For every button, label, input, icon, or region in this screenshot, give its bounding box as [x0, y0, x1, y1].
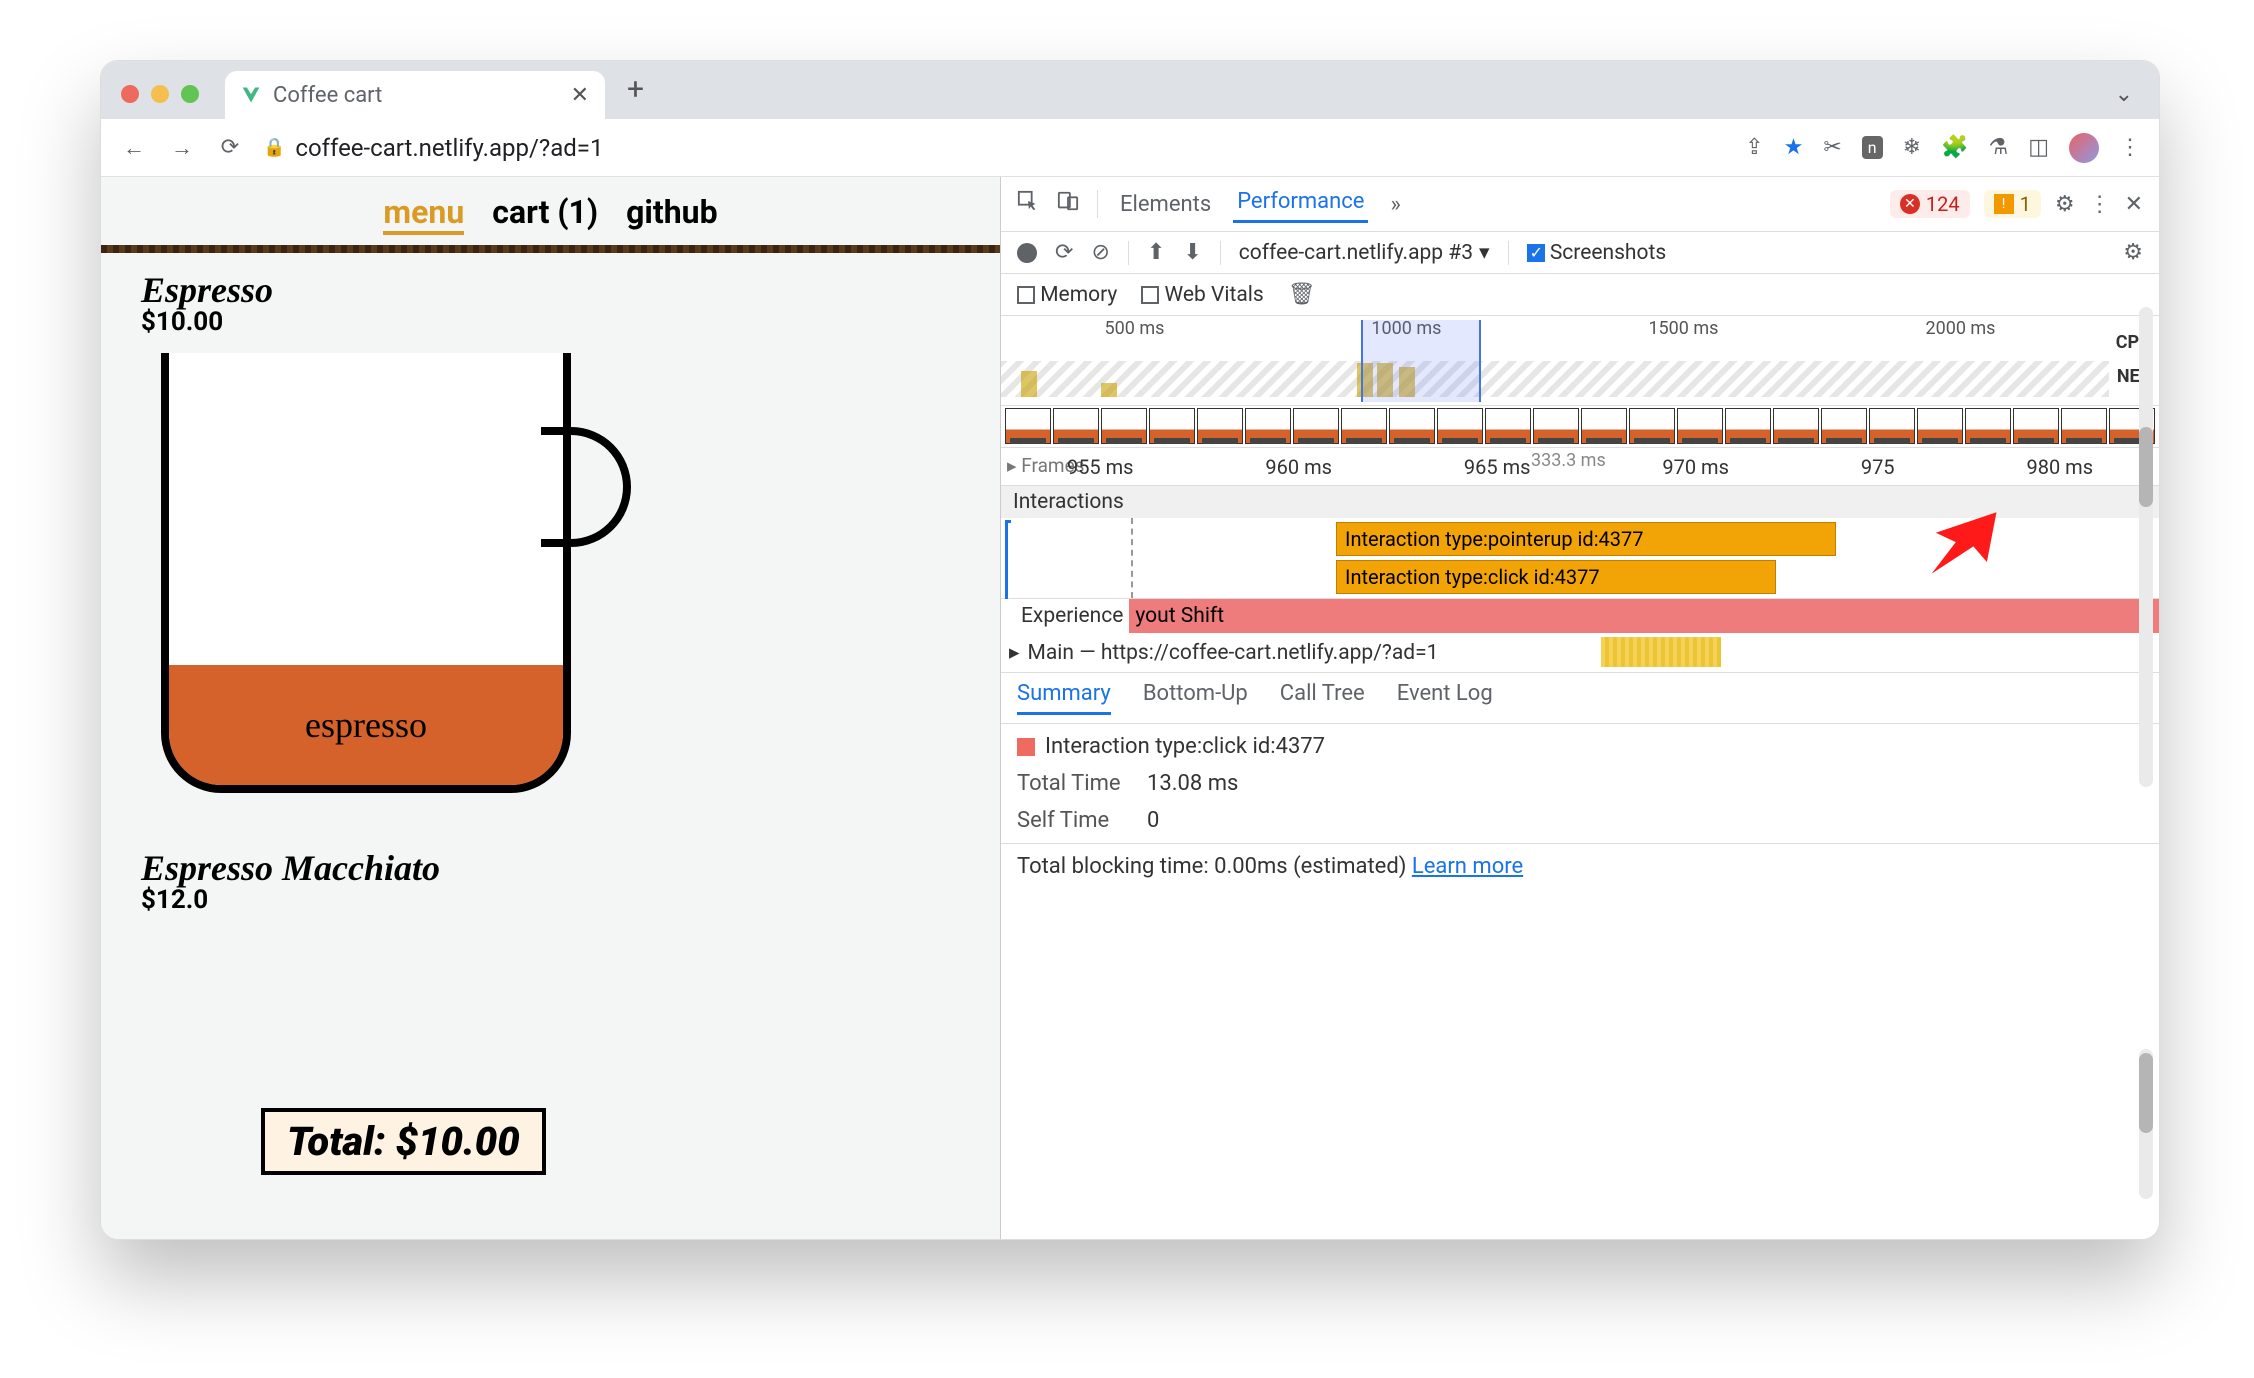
- color-swatch-icon: [1017, 738, 1035, 756]
- main-thread-track[interactable]: ▸ Main — https://coffee-cart.netlify.app…: [1001, 633, 2159, 673]
- nav-menu[interactable]: menu: [383, 193, 464, 235]
- kebab-menu-icon[interactable]: ⋮: [2089, 192, 2111, 217]
- tab-bottom-up[interactable]: Bottom-Up: [1143, 681, 1248, 715]
- url-display[interactable]: 🔒 coffee-cart.netlify.app/?ad=1: [263, 134, 603, 162]
- clear-button[interactable]: ⊘: [1091, 240, 1109, 265]
- interaction-bar[interactable]: Interaction type:click id:4377: [1336, 560, 1776, 594]
- error-badge[interactable]: ✕124: [1890, 190, 1970, 218]
- labs-icon[interactable]: ⚗: [1988, 135, 2008, 160]
- learn-more-link[interactable]: Learn more: [1412, 854, 1523, 879]
- devtools-panel: Elements Performance » ✕124 !1 ⚙ ⋮ ✕ ⟳ ⊘…: [1001, 177, 2159, 1239]
- extension-icon[interactable]: ❄: [1903, 135, 1921, 160]
- page-viewport: menu cart (1) github Espresso $10.00 esp…: [101, 177, 1001, 1239]
- cart-total-float[interactable]: Total: $10.00: [261, 1108, 546, 1175]
- inspect-element-icon[interactable]: [1017, 190, 1039, 218]
- back-button[interactable]: ←: [119, 133, 149, 163]
- address-bar: ← → ⟳ 🔒 coffee-cart.netlify.app/?ad=1 ⇪ …: [101, 119, 2159, 177]
- close-devtools-icon[interactable]: ✕: [2125, 192, 2143, 217]
- tab-list-button[interactable]: ⌄: [2115, 82, 2133, 107]
- warning-badge[interactable]: !1: [1984, 190, 2041, 218]
- extension-n-icon[interactable]: n: [1862, 136, 1883, 159]
- reload-record-button[interactable]: ⟳: [1055, 240, 1073, 265]
- menu-icon[interactable]: ⋮: [2119, 135, 2141, 160]
- browser-tab[interactable]: Coffee cart ✕: [225, 71, 605, 119]
- save-profile-icon[interactable]: ⬇: [1183, 240, 1201, 265]
- timeline-overview[interactable]: 500 ms 1000 ms 1500 ms 2000 ms CPU NET: [1001, 316, 2159, 406]
- tab-event-log[interactable]: Event Log: [1397, 681, 1493, 715]
- lock-icon: 🔒: [263, 137, 285, 158]
- url-text: coffee-cart.netlify.app/?ad=1: [295, 134, 603, 162]
- experience-track[interactable]: Experience yout Shift: [1001, 599, 2159, 633]
- flame-bars: [1601, 637, 1721, 667]
- annotation-arrow-icon: [1909, 493, 2019, 599]
- tab-summary[interactable]: Summary: [1017, 681, 1111, 715]
- maximize-window-icon[interactable]: [181, 85, 199, 103]
- minimize-window-icon[interactable]: [151, 85, 169, 103]
- overview-selection[interactable]: [1361, 320, 1481, 402]
- close-window-icon[interactable]: [121, 85, 139, 103]
- tab-call-tree[interactable]: Call Tree: [1280, 681, 1365, 715]
- sidepanel-icon[interactable]: ◫: [2028, 135, 2049, 160]
- close-tab-icon[interactable]: ✕: [571, 83, 589, 108]
- coffee-cup-graphic[interactable]: espresso: [161, 347, 631, 817]
- reload-button[interactable]: ⟳: [215, 133, 245, 163]
- profile-avatar[interactable]: [2069, 133, 2099, 163]
- interaction-bar[interactable]: Interaction type:pointerup id:4377: [1336, 522, 1836, 556]
- record-button[interactable]: [1017, 243, 1037, 263]
- time-marker: [1131, 518, 1133, 598]
- details-tabs: Summary Bottom-Up Call Tree Event Log: [1001, 673, 2159, 724]
- tab-performance[interactable]: Performance: [1233, 185, 1368, 223]
- product-price: $10.00: [141, 307, 960, 337]
- capture-settings-gear-icon[interactable]: ⚙: [2123, 240, 2143, 265]
- webvitals-checkbox[interactable]: Web Vitals: [1141, 283, 1263, 307]
- new-tab-button[interactable]: +: [627, 72, 644, 107]
- chevron-down-icon: ▾: [1479, 240, 1490, 265]
- device-toggle-icon[interactable]: [1057, 190, 1079, 218]
- zoom-ruler[interactable]: ▸ Frames 333.3 ms 955 ms 960 ms 965 ms 9…: [1001, 448, 2159, 486]
- product-name: Espresso: [141, 269, 960, 311]
- vue-icon: [241, 85, 261, 105]
- site-nav: menu cart (1) github: [101, 183, 1000, 239]
- tab-title: Coffee cart: [273, 83, 382, 108]
- cup-handle-icon: [541, 427, 631, 547]
- tab-strip: Coffee cart ✕ + ⌄: [101, 61, 2159, 119]
- forward-button[interactable]: →: [167, 133, 197, 163]
- scrollbar[interactable]: [2139, 307, 2153, 787]
- product-price: $12.0: [141, 885, 960, 915]
- expand-icon[interactable]: ▸: [1009, 640, 1020, 665]
- scissors-icon[interactable]: ✂: [1823, 135, 1841, 160]
- blocking-time-footer: Total blocking time: 0.00ms (estimated) …: [1001, 843, 2159, 889]
- extensions-puzzle-icon[interactable]: 🧩: [1941, 135, 1968, 160]
- nav-github[interactable]: github: [626, 193, 717, 235]
- product-card: Espresso Macchiato $12.0: [101, 847, 1000, 915]
- performance-toolbar: ⟳ ⊘ ⬆ ⬇ coffee-cart.netlify.app #3 ▾ Scr…: [1001, 232, 2159, 274]
- cup-fill-label: espresso: [169, 665, 563, 785]
- recording-select[interactable]: coffee-cart.netlify.app #3 ▾: [1239, 240, 1490, 265]
- scrollbar[interactable]: [2139, 1049, 2153, 1199]
- settings-gear-icon[interactable]: ⚙: [2055, 192, 2075, 217]
- screenshot-filmstrip[interactable]: [1001, 406, 2159, 448]
- product-card: Espresso $10.00 espresso: [101, 269, 1000, 817]
- window-controls: [121, 85, 199, 103]
- devtools-main-toolbar: Elements Performance » ✕124 !1 ⚙ ⋮ ✕: [1001, 177, 2159, 232]
- memory-checkbox[interactable]: Memory: [1017, 283, 1117, 307]
- tab-elements[interactable]: Elements: [1116, 188, 1215, 221]
- tab-more[interactable]: »: [1386, 188, 1404, 221]
- divider-beans: [101, 245, 1000, 253]
- nav-cart[interactable]: cart (1): [492, 193, 598, 235]
- load-profile-icon[interactable]: ⬆: [1147, 240, 1165, 265]
- product-name: Espresso Macchiato: [141, 847, 960, 889]
- browser-window: Coffee cart ✕ + ⌄ ← → ⟳ 🔒 coffee-cart.ne…: [100, 60, 2160, 1240]
- summary-panel: Interaction type:click id:4377 Total Tim…: [1001, 724, 2159, 843]
- performance-toolbar-2: Memory Web Vitals 🗑: [1001, 274, 2159, 316]
- screenshots-checkbox[interactable]: Screenshots: [1527, 241, 1667, 265]
- garbage-collect-icon[interactable]: 🗑: [1288, 282, 1316, 307]
- share-icon[interactable]: ⇪: [1745, 135, 1763, 160]
- bookmark-icon[interactable]: ★: [1784, 135, 1804, 160]
